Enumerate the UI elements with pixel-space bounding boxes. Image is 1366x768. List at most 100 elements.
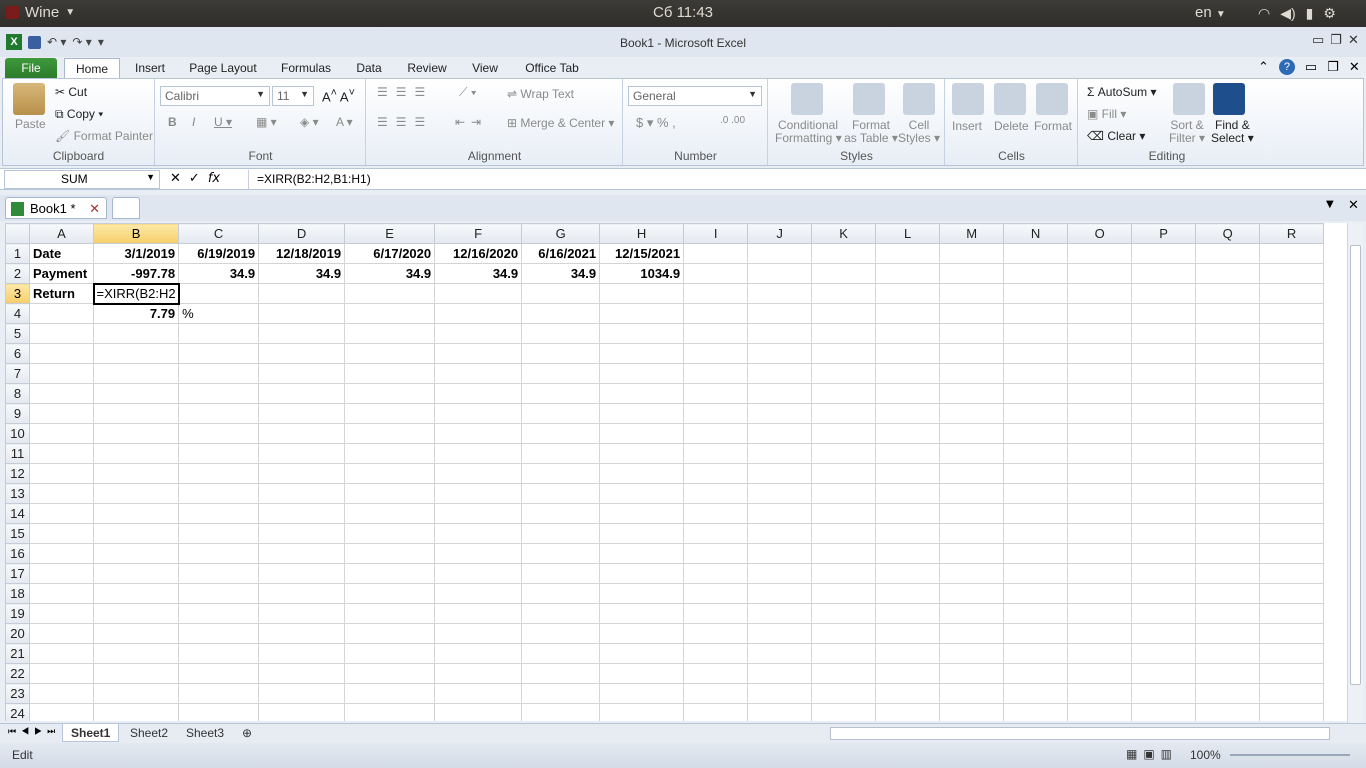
cell-styles-button[interactable]: Cell Styles ▾ bbox=[897, 119, 941, 145]
number-format-select[interactable]: General ▼ bbox=[628, 86, 762, 106]
cell[interactable] bbox=[1067, 343, 1133, 364]
cell[interactable] bbox=[1195, 383, 1261, 404]
cell[interactable] bbox=[599, 543, 685, 564]
cell[interactable] bbox=[1067, 523, 1133, 544]
cell[interactable] bbox=[258, 403, 346, 424]
cell[interactable] bbox=[811, 443, 877, 464]
cell[interactable] bbox=[1259, 283, 1325, 304]
cell[interactable] bbox=[434, 283, 523, 304]
cell[interactable] bbox=[1195, 683, 1261, 704]
cell[interactable] bbox=[747, 703, 813, 721]
cell[interactable] bbox=[1195, 663, 1261, 684]
column-header[interactable]: N bbox=[1003, 223, 1069, 244]
cell[interactable] bbox=[939, 463, 1005, 484]
cell[interactable] bbox=[178, 463, 260, 484]
cell[interactable] bbox=[599, 283, 685, 304]
cell[interactable] bbox=[1259, 423, 1325, 444]
cell[interactable] bbox=[1131, 283, 1197, 304]
cell[interactable]: 34.9 bbox=[258, 263, 346, 284]
cell[interactable] bbox=[521, 383, 601, 404]
cell[interactable] bbox=[683, 503, 749, 524]
cell[interactable] bbox=[434, 483, 523, 504]
cell[interactable] bbox=[1259, 623, 1325, 644]
cell[interactable] bbox=[1003, 463, 1069, 484]
cell[interactable] bbox=[1195, 463, 1261, 484]
cell[interactable] bbox=[92, 683, 180, 704]
cell[interactable] bbox=[747, 603, 813, 624]
cell[interactable] bbox=[521, 663, 601, 684]
cell[interactable] bbox=[258, 623, 346, 644]
cell[interactable] bbox=[811, 563, 877, 584]
cell[interactable] bbox=[683, 283, 749, 304]
cell[interactable] bbox=[1067, 643, 1133, 664]
cell[interactable] bbox=[599, 523, 685, 544]
cell[interactable] bbox=[178, 363, 260, 384]
cell[interactable] bbox=[521, 503, 601, 524]
cell[interactable] bbox=[599, 643, 685, 664]
cell[interactable] bbox=[1131, 603, 1197, 624]
insert-sheet-icon[interactable]: ⊕ bbox=[234, 724, 260, 742]
cell[interactable] bbox=[747, 443, 813, 464]
cell[interactable] bbox=[434, 423, 523, 444]
cell[interactable] bbox=[258, 703, 346, 721]
cell[interactable] bbox=[1131, 643, 1197, 664]
cell[interactable] bbox=[875, 563, 941, 584]
fill-button[interactable]: ▣ Fill ▾ bbox=[1087, 107, 1126, 121]
cell[interactable] bbox=[1003, 483, 1069, 504]
cell[interactable] bbox=[1067, 503, 1133, 524]
cell[interactable] bbox=[1131, 523, 1197, 544]
sheet-tab-sheet2[interactable]: Sheet2 bbox=[122, 724, 176, 742]
cell[interactable] bbox=[1195, 303, 1261, 324]
cell[interactable] bbox=[1131, 663, 1197, 684]
cell[interactable] bbox=[344, 303, 436, 324]
row-header[interactable]: 18 bbox=[5, 583, 30, 604]
insert-cells-icon[interactable] bbox=[952, 83, 984, 115]
cell[interactable] bbox=[1003, 423, 1069, 444]
cell[interactable] bbox=[939, 323, 1005, 344]
cell[interactable] bbox=[1067, 623, 1133, 644]
cell[interactable] bbox=[1003, 323, 1069, 344]
cell[interactable]: 34.9 bbox=[178, 263, 260, 284]
cell[interactable] bbox=[521, 423, 601, 444]
cell[interactable] bbox=[521, 483, 601, 504]
grow-font-button[interactable]: A˄ A˅ bbox=[322, 87, 355, 104]
cell[interactable] bbox=[939, 263, 1005, 284]
column-header[interactable]: R bbox=[1259, 223, 1325, 244]
cell[interactable] bbox=[875, 663, 941, 684]
cell[interactable] bbox=[875, 263, 941, 284]
cell[interactable] bbox=[1003, 523, 1069, 544]
cell[interactable] bbox=[875, 703, 941, 721]
cell[interactable] bbox=[875, 363, 941, 384]
cell[interactable]: -997.78 bbox=[92, 263, 180, 284]
cell[interactable] bbox=[747, 663, 813, 684]
cell[interactable] bbox=[29, 523, 94, 544]
column-header[interactable]: F bbox=[434, 223, 523, 244]
cell[interactable] bbox=[434, 603, 523, 624]
cell[interactable] bbox=[599, 443, 685, 464]
cell[interactable] bbox=[1131, 683, 1197, 704]
cell[interactable] bbox=[29, 443, 94, 464]
cell[interactable] bbox=[747, 283, 813, 304]
cell[interactable] bbox=[344, 483, 436, 504]
cell[interactable] bbox=[178, 323, 260, 344]
cell[interactable] bbox=[1003, 643, 1069, 664]
cell[interactable]: 6/17/2020 bbox=[344, 243, 436, 264]
cell[interactable] bbox=[178, 663, 260, 684]
cell[interactable]: 12/18/2019 bbox=[258, 243, 346, 264]
cell[interactable] bbox=[344, 443, 436, 464]
cell[interactable] bbox=[875, 403, 941, 424]
close-icon[interactable]: ✕ bbox=[1348, 198, 1359, 213]
row-header[interactable]: 19 bbox=[5, 603, 30, 624]
binoculars-icon[interactable] bbox=[1213, 83, 1245, 115]
cell[interactable] bbox=[178, 523, 260, 544]
cell[interactable]: 3/1/2019 bbox=[92, 243, 180, 264]
cell[interactable] bbox=[939, 363, 1005, 384]
cell[interactable] bbox=[92, 443, 180, 464]
cell[interactable] bbox=[1259, 343, 1325, 364]
select-all-corner[interactable] bbox=[5, 223, 30, 244]
cell[interactable] bbox=[747, 243, 813, 264]
tab-office-tab[interactable]: Office Tab bbox=[522, 58, 582, 79]
cell[interactable] bbox=[683, 523, 749, 544]
cell[interactable] bbox=[747, 363, 813, 384]
cell[interactable] bbox=[875, 643, 941, 664]
